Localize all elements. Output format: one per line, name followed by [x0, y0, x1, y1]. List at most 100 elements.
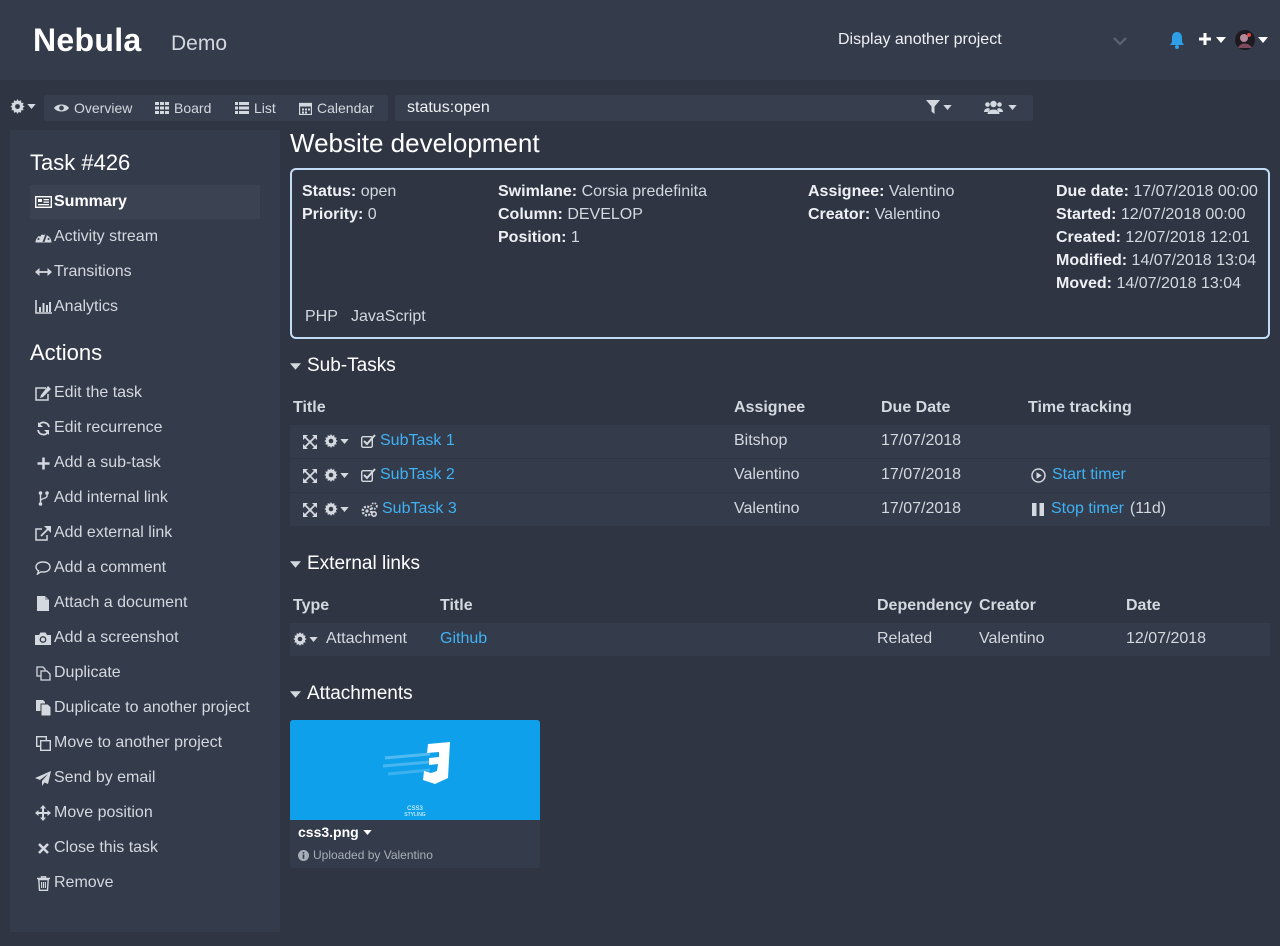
expand-icon[interactable] [303, 469, 317, 483]
gear-icon [324, 434, 338, 448]
files-icon [32, 665, 54, 681]
action-duplicate[interactable]: Duplicate [30, 656, 260, 690]
gear-icon [293, 632, 307, 646]
field-column: Column: DEVELOP [498, 206, 643, 223]
action-edit-task[interactable]: Edit the task [30, 376, 260, 410]
project-selector[interactable]: Display another project [838, 31, 1128, 51]
sidebar-item-activity-stream[interactable]: Activity stream [30, 220, 260, 254]
action-attach-document[interactable]: Attach a document [30, 586, 260, 620]
action-close-task[interactable]: Close this task [30, 831, 260, 865]
caret-down-icon[interactable] [1216, 37, 1226, 43]
check-square-icon [361, 468, 376, 482]
subtask-title: SubTask 3 [361, 500, 457, 518]
field-created: Created: 12/07/2018 12:01 [1056, 229, 1250, 246]
view-board[interactable]: Board [155, 100, 211, 116]
attachment-thumbnail[interactable]: CSS3 STYLING [290, 720, 540, 820]
action-duplicate-to-project[interactable]: Duplicate to another project [30, 691, 260, 725]
bar-chart-icon [32, 300, 54, 314]
field-assignee: Assignee: Valentino [808, 183, 955, 200]
project-title: Demo [171, 32, 228, 55]
start-timer-button[interactable]: Start timer [1031, 466, 1126, 484]
expand-icon[interactable] [303, 435, 317, 449]
avatar[interactable] [1235, 30, 1255, 50]
subtask-actions-menu[interactable] [324, 468, 349, 482]
filter-menu[interactable] [926, 100, 952, 114]
subtask-actions-menu[interactable] [324, 434, 349, 448]
dashboard-icon [32, 231, 54, 243]
check-square-icon [361, 434, 376, 448]
css3-logo [382, 742, 450, 784]
view-switcher: Overview Board List Calendar [44, 95, 388, 121]
project-toolbar: Overview Board List Calendar status:open [0, 95, 1040, 121]
sidebar-item-transitions[interactable]: Transitions [30, 255, 260, 289]
sidebar-item-summary[interactable]: Summary [30, 185, 260, 219]
logo[interactable]: Nebula [33, 22, 142, 59]
camera-icon [32, 632, 54, 645]
field-swimlane: Swimlane: Corsia predefinita [498, 183, 707, 200]
external-links-section-toggle[interactable]: External links [290, 553, 420, 575]
edit-icon [32, 385, 54, 401]
caret-down-icon [290, 362, 301, 370]
expand-icon[interactable] [303, 503, 317, 517]
table-row: Attachment Github Related Valentino 12/0… [290, 623, 1270, 657]
task-title: Website development [290, 128, 540, 158]
caret-down-icon [290, 690, 301, 698]
file-icon [32, 595, 54, 611]
paper-plane-icon [32, 770, 54, 786]
times-icon [32, 842, 54, 854]
cogs-icon [361, 501, 378, 517]
view-list[interactable]: List [235, 100, 276, 116]
tag[interactable]: JavaScript [351, 308, 426, 326]
summary-icon [32, 196, 54, 208]
subtask-link[interactable]: SubTask 1 [380, 432, 455, 450]
caret-down-icon[interactable] [1258, 37, 1268, 43]
action-add-comment[interactable]: Add a comment [30, 551, 260, 585]
subtasks-section-toggle[interactable]: Sub-Tasks [290, 355, 396, 377]
attachments-section-toggle[interactable]: Attachments [290, 683, 413, 705]
comment-icon [32, 561, 54, 575]
action-add-screenshot[interactable]: Add a screenshot [30, 621, 260, 655]
action-add-external-link[interactable]: Add external link [30, 516, 260, 550]
field-priority: Priority: 0 [302, 206, 377, 223]
caret-down-icon [309, 636, 318, 642]
action-add-subtask[interactable]: Add a sub-task [30, 446, 260, 480]
external-link-title[interactable]: Github [440, 630, 487, 648]
sidebar-item-analytics[interactable]: Analytics [30, 290, 260, 324]
filter-bar[interactable]: status:open [395, 95, 1033, 121]
view-overview[interactable]: Overview [54, 100, 132, 116]
task-heading: Task #426 [30, 150, 131, 175]
action-move-to-project[interactable]: Move to another project [30, 726, 260, 760]
list-icon [235, 102, 249, 114]
action-move-position[interactable]: Move position [30, 796, 260, 830]
timer-elapsed: (11d) [1129, 500, 1167, 517]
stop-timer-button[interactable]: Stop timer (11d) [1032, 500, 1166, 518]
attachment-card: CSS3 STYLING css3.png Uploaded by Valent… [290, 720, 540, 868]
bell-icon[interactable] [1169, 31, 1185, 49]
view-calendar[interactable]: Calendar [299, 100, 374, 116]
external-link-icon [32, 525, 54, 541]
caret-down-icon [363, 829, 372, 835]
gear-icon [10, 99, 25, 114]
actions-heading: Actions [30, 340, 103, 365]
pause-icon [1032, 502, 1044, 516]
external-link-actions-menu[interactable] [293, 632, 318, 646]
tag[interactable]: PHP [305, 308, 338, 326]
subtask-link[interactable]: SubTask 2 [380, 466, 455, 484]
filter-input[interactable]: status:open [407, 99, 490, 117]
action-add-internal-link[interactable]: Add internal link [30, 481, 260, 515]
info-circle-icon [298, 849, 309, 861]
filter-icon [926, 100, 940, 114]
project-settings-menu[interactable] [10, 99, 36, 114]
action-send-email[interactable]: Send by email [30, 761, 260, 795]
table-row: SubTask 1 Bitshop 17/07/2018 [290, 425, 1270, 459]
table-row: SubTask 3 Valentino 17/07/2018 Stop time… [290, 493, 1270, 527]
attachment-filename-menu[interactable]: css3.png [298, 824, 372, 840]
action-edit-recurrence[interactable]: Edit recurrence [30, 411, 260, 445]
plus-icon[interactable] [1198, 32, 1212, 46]
project-selector-label: Display another project [838, 31, 1002, 48]
user-filter-menu[interactable] [984, 100, 1017, 114]
action-remove[interactable]: Remove [30, 866, 260, 900]
subtask-link[interactable]: SubTask 3 [382, 500, 457, 518]
copy-icon [32, 700, 54, 716]
subtask-actions-menu[interactable] [324, 502, 349, 516]
